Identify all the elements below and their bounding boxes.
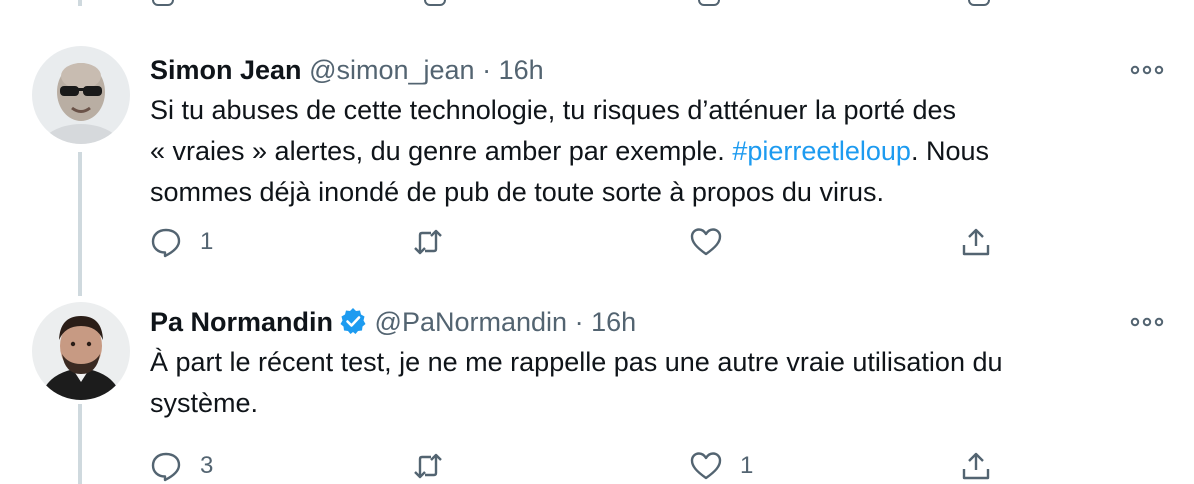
reply-button[interactable]: 3 (150, 446, 213, 484)
separator-dot: · (574, 307, 584, 337)
share-upload-icon (962, 228, 990, 256)
ellipsis-icon[interactable] (1130, 64, 1164, 76)
share-button[interactable] (960, 222, 992, 262)
reply-count: 1 (200, 228, 214, 255)
tweet-text-line: Si tu abuses de cette technologie, tu ri… (150, 95, 957, 125)
tweet-thread: Simon Jean @simon_jean · 16h Si tu abuse… (0, 0, 1194, 484)
tweet-text-segment: « vraies » alertes, du genre amber par e… (150, 136, 733, 166)
reply-icon[interactable] (152, 0, 174, 6)
like-button[interactable] (690, 222, 740, 262)
speech-bubble-icon (151, 228, 181, 258)
verified-badge-icon (340, 308, 366, 334)
tweet[interactable]: Simon Jean @simon_jean · 16h Si tu abuse… (0, 46, 1194, 296)
like-icon[interactable] (698, 0, 720, 6)
tweet-text-line: À part le récent test, je ne me rappelle… (150, 347, 1003, 377)
share-icon[interactable] (968, 0, 990, 6)
retweet-button[interactable] (412, 446, 462, 484)
speech-bubble-icon (151, 452, 181, 482)
avatar[interactable] (32, 46, 130, 144)
tweet-text: À part le récent test, je ne me rappelle… (150, 342, 1150, 424)
timestamp[interactable]: 16h (591, 307, 636, 337)
tweet-actions: 1 (150, 222, 1050, 262)
ellipsis-icon[interactable] (1130, 316, 1164, 328)
retweet-icon[interactable] (424, 0, 446, 6)
tweet-text-segment: . Nous (910, 136, 989, 166)
avatar-image (32, 46, 130, 144)
previous-tweet-actions (0, 0, 1194, 6)
tweet-header: Pa Normandin @PaNormandin · 16h (150, 306, 636, 338)
avatar-image (32, 302, 130, 400)
tweet-header: Simon Jean @simon_jean · 16h (150, 54, 544, 86)
retweet-button[interactable] (412, 222, 462, 262)
avatar[interactable] (32, 302, 130, 400)
user-handle[interactable]: @simon_jean (309, 55, 475, 85)
display-name[interactable]: Pa Normandin (150, 307, 333, 337)
like-count: 1 (740, 452, 754, 479)
reply-count: 3 (200, 452, 214, 479)
like-button[interactable]: 1 (690, 446, 753, 484)
user-handle[interactable]: @PaNormandin (375, 307, 568, 337)
retweet-arrows-icon (414, 453, 442, 479)
heart-icon (690, 228, 722, 256)
tweet-actions: 3 1 (150, 446, 1050, 484)
separator-dot: · (482, 55, 492, 85)
tweet-text: Si tu abuses de cette technologie, tu ri… (150, 90, 1150, 213)
share-upload-icon (962, 452, 990, 480)
tweet-text-line: sommes déjà inondé de pub de toute sorte… (150, 177, 884, 207)
tweet[interactable]: Pa Normandin @PaNormandin · 16h À part l… (0, 300, 1194, 484)
retweet-arrows-icon (414, 229, 442, 255)
heart-icon (690, 452, 722, 480)
display-name[interactable]: Simon Jean (150, 55, 302, 85)
thread-connector (78, 0, 82, 6)
timestamp[interactable]: 16h (499, 55, 544, 85)
tweet-text-line: « vraies » alertes, du genre amber par e… (150, 131, 1150, 172)
share-button[interactable] (960, 446, 992, 484)
reply-button[interactable]: 1 (150, 222, 213, 262)
hashtag-link[interactable]: #pierreetleloup (732, 136, 911, 166)
tweet-text-line: système. (150, 388, 259, 418)
